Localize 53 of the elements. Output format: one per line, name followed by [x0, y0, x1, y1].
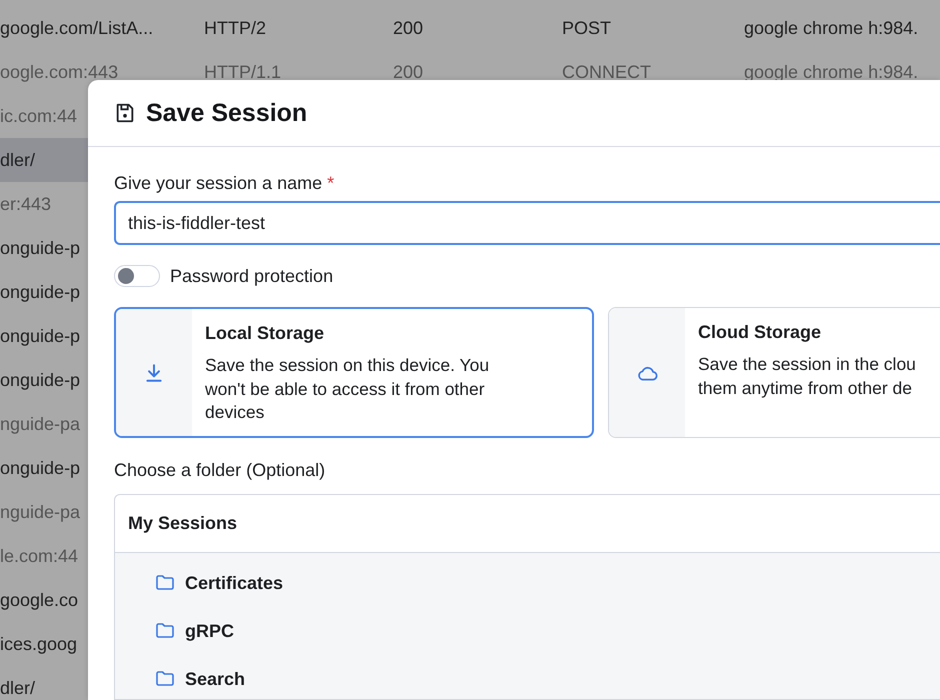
- table-row[interactable]: onguide-p: [0, 270, 88, 314]
- table-row[interactable]: ices.goog: [0, 622, 88, 666]
- table-row[interactable]: onguide-p: [0, 358, 88, 402]
- table-cell: onguide-p: [0, 238, 80, 258]
- table-row[interactable]: onguide-p: [0, 314, 88, 358]
- table-cell: ic.com:44: [0, 106, 78, 126]
- card-description: Save the session in the clou them anytime from other de: [698, 353, 916, 400]
- card-description: Save the session on this device. You won't be able to access it from other devices: [205, 354, 490, 424]
- table-cell: 200: [393, 18, 424, 38]
- table-cell: nguide-pa: [0, 414, 80, 434]
- card-title: Local Storage: [205, 322, 326, 345]
- table-cell: CONNECT: [562, 62, 651, 82]
- storage-option-card[interactable]: Local Storage Save the session on this device. You won't be able to access it from other devices: [114, 307, 594, 438]
- table-cell: le.com:44: [0, 546, 78, 566]
- table-cell: dler/: [0, 150, 36, 170]
- card-title: Cloud Storage: [698, 321, 822, 344]
- tree-item[interactable]: Search: [185, 668, 246, 690]
- tree-item[interactable]: gRPC: [185, 620, 234, 642]
- table-cell: dler/: [0, 678, 36, 698]
- toggle-switch[interactable]: [114, 265, 160, 287]
- table-cell: onguide-p: [0, 326, 80, 346]
- field-label: Give your session a name *: [114, 172, 336, 195]
- table-cell: onguide-p: [0, 458, 80, 478]
- table-row[interactable]: google.co: [0, 578, 88, 622]
- folder-icon: [155, 573, 175, 593]
- storage-option-card[interactable]: Cloud Storage Save the session in the clou them anytime from other de: [608, 307, 940, 438]
- tree-item[interactable]: My Sessions: [128, 513, 238, 534]
- table-row[interactable]: dler/: [0, 666, 88, 700]
- name-field[interactable]: this-is-fiddler-test: [114, 201, 940, 245]
- dialog-title: Save Session: [146, 98, 308, 128]
- table-cell: oogle.com:443: [0, 62, 118, 82]
- save-icon: [114, 102, 136, 124]
- table-cell: nguide-pa: [0, 502, 80, 522]
- table-cell: HTTP/2: [204, 18, 266, 38]
- table-cell: google chrome h:984.: [744, 18, 918, 38]
- folder-icon: [155, 669, 175, 689]
- table-row[interactable]: dler/: [0, 138, 88, 182]
- folder-icon: [155, 621, 175, 641]
- tree-item[interactable]: Certificates: [185, 572, 284, 594]
- table-cell: HTTP/1.1: [204, 62, 282, 82]
- table-cell: er:443: [0, 194, 52, 214]
- table-cell: google.com/ListA...: [0, 18, 154, 38]
- table-row[interactable]: google.com/ListA... HTTP/2 200 POST google chrome h:984.: [0, 6, 940, 50]
- table-cell: ices.goog: [0, 634, 78, 654]
- table-cell: onguide-p: [0, 282, 80, 302]
- table-cell: onguide-p: [0, 370, 80, 390]
- table-row[interactable]: onguide-p: [0, 446, 88, 490]
- table-cell: 200: [393, 62, 424, 82]
- table-row[interactable]: onguide-p: [0, 226, 88, 270]
- table-cell: POST: [562, 18, 612, 38]
- toggle-label: Password protection: [170, 266, 334, 286]
- table-cell: google.co: [0, 590, 78, 610]
- field-label: Choose a folder (Optional): [114, 459, 326, 482]
